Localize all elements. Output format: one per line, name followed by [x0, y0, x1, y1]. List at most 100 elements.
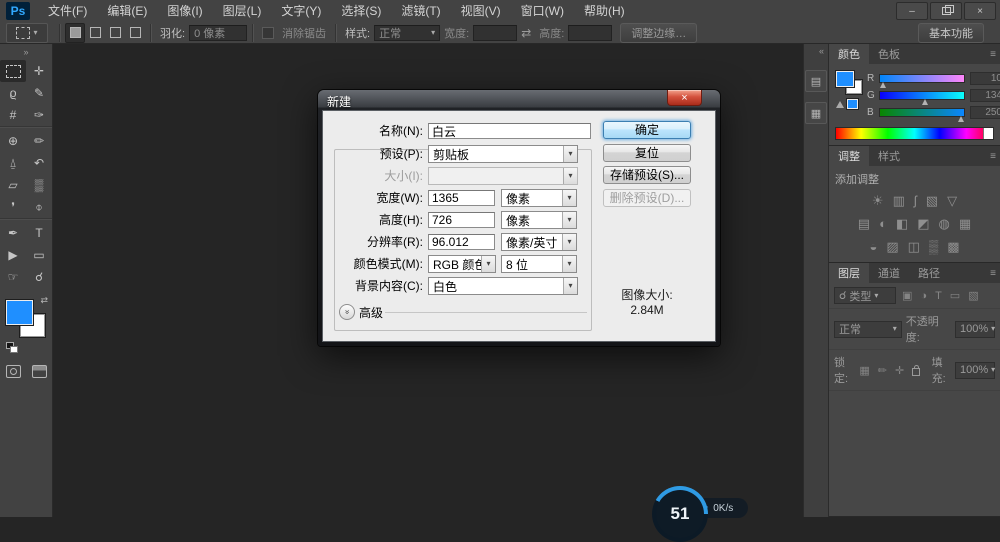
gamut-warning-icon[interactable]	[836, 101, 844, 108]
tab-layers[interactable]: 图层	[829, 263, 869, 283]
color-lookup-icon[interactable]: ▦	[959, 216, 971, 232]
dodge-tool-icon[interactable]: ⌽	[26, 196, 52, 218]
fill-dropdown[interactable]: 100% ▾	[955, 362, 995, 379]
menu-window[interactable]: 窗口(W)	[511, 0, 574, 22]
antialias-checkbox[interactable]	[262, 27, 274, 39]
path-selection-tool-icon[interactable]: ▶	[0, 244, 26, 266]
width-input[interactable]	[428, 190, 495, 206]
intersect-selection-mode-icon[interactable]	[125, 23, 145, 43]
gradient-tool-icon[interactable]: ▒	[26, 174, 52, 196]
background-contents-dropdown[interactable]: 白色 ▾	[428, 277, 578, 295]
panel-menu-icon[interactable]: ≡	[990, 146, 1000, 166]
rectangular-marquee-tool-icon[interactable]	[0, 60, 26, 82]
history-brush-tool-icon[interactable]: ↶	[26, 152, 52, 174]
pixel-layer-filter-icon[interactable]: ▣	[902, 289, 912, 302]
lock-image-icon[interactable]: ✏	[878, 364, 887, 377]
swap-colors-icon[interactable]: ⇄	[40, 295, 48, 306]
move-tool-icon[interactable]: ✛	[26, 60, 52, 82]
color-balance-icon[interactable]: ◐	[879, 216, 887, 231]
invert-icon[interactable]: ◒	[870, 239, 878, 254]
panel-menu-icon[interactable]: ≡	[990, 263, 1000, 283]
screen-mode-icon[interactable]	[26, 360, 52, 382]
advanced-expander-icon[interactable]: »	[339, 304, 355, 320]
lock-transparency-icon[interactable]: ▦	[859, 364, 869, 377]
feather-input[interactable]: 0 像素	[189, 25, 247, 41]
preset-dropdown[interactable]: 剪贴板 ▾	[428, 145, 578, 163]
color-mode-dropdown[interactable]: RGB 颜色 ▾	[428, 255, 496, 273]
hand-tool-icon[interactable]: ☞	[0, 266, 26, 288]
blend-mode-dropdown[interactable]: 正常 ▾	[834, 321, 902, 338]
minimize-icon[interactable]: –	[896, 2, 928, 20]
white-swatch-cap[interactable]	[983, 128, 993, 139]
toolbar-collapse-icon[interactable]: »	[0, 44, 52, 60]
tab-paths[interactable]: 路径	[909, 263, 949, 283]
type-tool-icon[interactable]: T	[26, 222, 52, 244]
green-value[interactable]: 134	[970, 89, 1000, 102]
workspace-switcher-button[interactable]: 基本功能	[918, 23, 984, 43]
blue-slider[interactable]	[879, 108, 965, 117]
curves-icon[interactable]: ʃ	[914, 193, 917, 208]
color-spectrum-ramp[interactable]	[835, 127, 994, 140]
tab-styles[interactable]: 样式	[869, 146, 909, 166]
rectangle-tool-icon[interactable]: ▭	[26, 244, 52, 266]
foreground-color-swatch[interactable]	[836, 71, 854, 87]
eraser-tool-icon[interactable]: ▱	[0, 174, 26, 196]
spot-healing-brush-tool-icon[interactable]: ⊕	[0, 130, 26, 152]
add-selection-mode-icon[interactable]	[85, 23, 105, 43]
default-colors-icon[interactable]	[6, 342, 18, 353]
foreground-color-swatch[interactable]	[6, 300, 33, 325]
height-unit-dropdown[interactable]: 像素 ▾	[501, 211, 577, 229]
overlay-count-badge[interactable]: 51	[652, 486, 708, 542]
lasso-tool-icon[interactable]: ϱ	[0, 82, 26, 104]
height-input[interactable]	[428, 212, 495, 228]
swap-dimensions-icon[interactable]: ⇄	[521, 26, 531, 40]
dock-expand-icon[interactable]: «	[804, 44, 828, 60]
slider-thumb[interactable]	[922, 99, 928, 105]
width-input[interactable]	[473, 25, 517, 41]
bit-depth-dropdown[interactable]: 8 位 ▾	[501, 255, 577, 273]
history-panel-icon[interactable]: ▤	[805, 70, 827, 92]
type-layer-filter-icon[interactable]: T	[935, 290, 942, 302]
pen-tool-icon[interactable]: ✒	[0, 222, 26, 244]
menu-layer[interactable]: 图层(L)	[213, 0, 272, 22]
clone-stamp-tool-icon[interactable]: ⍙	[0, 152, 26, 174]
menu-filter[interactable]: 滤镜(T)	[391, 0, 450, 22]
tab-swatches[interactable]: 色板	[869, 44, 909, 64]
tab-adjustments[interactable]: 调整	[829, 146, 869, 166]
quick-mask-icon[interactable]	[0, 360, 26, 382]
slider-thumb[interactable]	[958, 116, 964, 122]
green-slider[interactable]	[879, 91, 965, 100]
brush-tool-icon[interactable]: ✏	[26, 130, 52, 152]
tab-color[interactable]: 颜色	[829, 44, 869, 64]
hue-saturation-icon[interactable]: ▤	[858, 216, 870, 232]
tool-preset-picker[interactable]: ▾	[6, 23, 48, 43]
brightness-contrast-icon[interactable]: ☀	[872, 193, 884, 209]
menu-select[interactable]: 选择(S)	[331, 0, 391, 22]
name-input[interactable]	[428, 123, 591, 139]
refine-edge-button[interactable]: 调整边缘…	[620, 23, 697, 43]
lock-position-icon[interactable]: ✛	[895, 364, 904, 377]
style-dropdown[interactable]: 正常 ▾	[374, 25, 440, 41]
shape-layer-filter-icon[interactable]: ▭	[950, 289, 960, 302]
adjustment-layer-filter-icon[interactable]: ◑	[920, 290, 927, 302]
opacity-dropdown[interactable]: 100% ▾	[955, 321, 995, 338]
resolution-unit-dropdown[interactable]: 像素/英寸 ▾	[501, 233, 577, 251]
posterize-icon[interactable]: ▨	[886, 239, 898, 255]
tab-channels[interactable]: 通道	[869, 263, 909, 283]
height-input[interactable]	[568, 25, 612, 41]
eyedropper-tool-icon[interactable]: ✑	[26, 104, 52, 126]
red-value[interactable]: 10	[970, 72, 1000, 85]
close-icon[interactable]: ×	[964, 2, 996, 20]
smart-object-filter-icon[interactable]: ▧	[968, 289, 978, 302]
crop-tool-icon[interactable]: #	[0, 104, 26, 126]
restore-icon[interactable]	[930, 2, 962, 20]
menu-edit[interactable]: 编辑(E)	[97, 0, 157, 22]
properties-panel-icon[interactable]: ▦	[805, 102, 827, 124]
width-unit-dropdown[interactable]: 像素 ▾	[501, 189, 577, 207]
quick-selection-tool-icon[interactable]: ✎	[26, 82, 52, 104]
gradient-map-icon[interactable]: ▒	[929, 239, 938, 254]
resolution-input[interactable]	[428, 234, 495, 250]
save-preset-button[interactable]: 存储预设(S)...	[603, 166, 691, 184]
slider-thumb[interactable]	[880, 82, 886, 88]
web-color-swatch[interactable]	[847, 99, 858, 109]
